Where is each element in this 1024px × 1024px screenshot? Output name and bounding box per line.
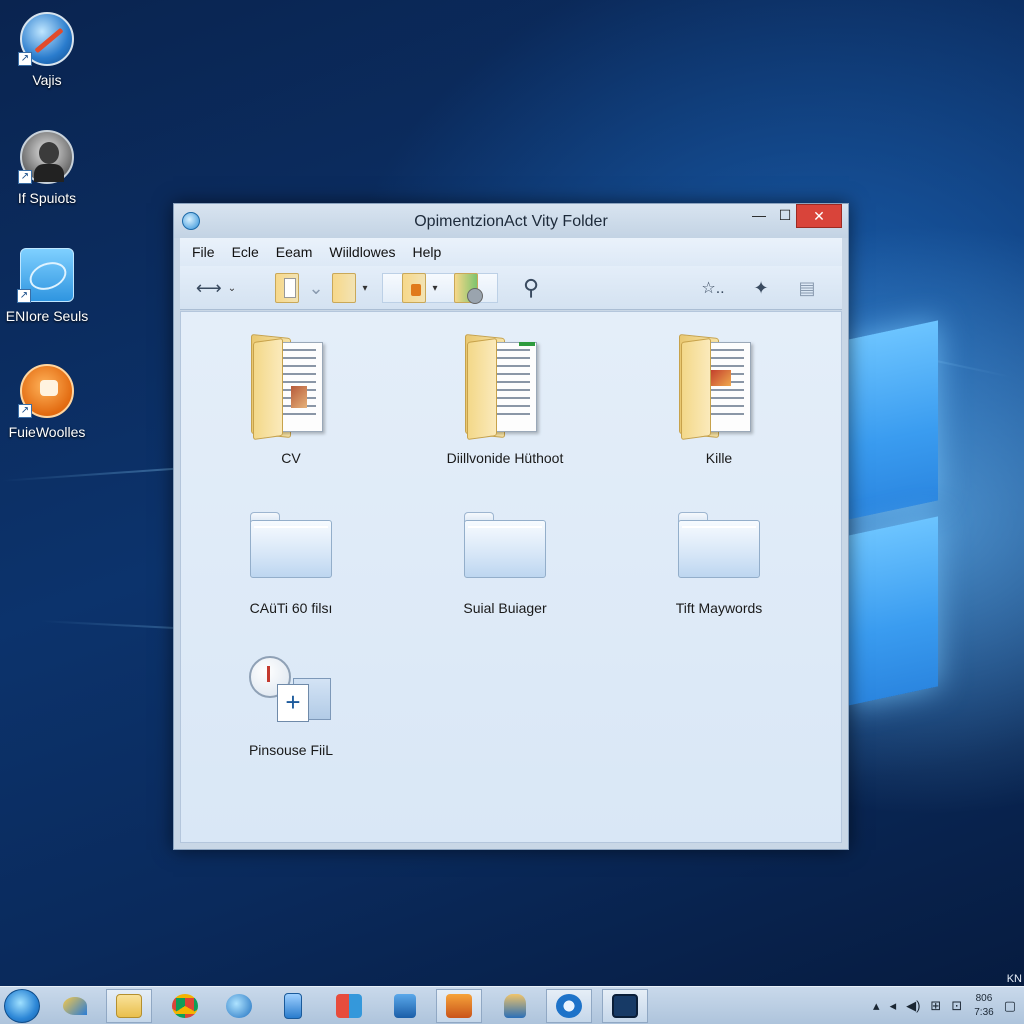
app-orange-icon[interactable] xyxy=(436,989,482,1023)
action-center-icon[interactable]: ⊡ xyxy=(951,998,962,1014)
clock-line-2: 7:36 xyxy=(974,1007,994,1018)
sparkle-icon[interactable]: ✦ xyxy=(744,273,778,303)
new-file-label: Pinsouse FiiL xyxy=(248,742,334,758)
chevron-down-icon: ⌄ xyxy=(227,282,237,294)
menu-windows[interactable]: Wiildlowes xyxy=(329,244,395,260)
folder-icon xyxy=(464,512,546,578)
folder-item[interactable]: CAüTi 60 filsı xyxy=(191,512,391,616)
close-button[interactable]: ✕ xyxy=(796,204,842,228)
folder-item-label: CAüTi 60 filsı xyxy=(249,600,333,616)
desktop-icon-label: Vajis xyxy=(32,72,62,88)
app-pyramid-icon[interactable] xyxy=(492,989,538,1023)
tray-caret-icon[interactable]: ▴ xyxy=(873,998,880,1014)
menu-eeam[interactable]: Eeam xyxy=(276,244,313,260)
file-item[interactable]: Diillvonide Hüthoot xyxy=(405,333,605,466)
shortcut-arrow-icon: ↗ xyxy=(18,404,32,418)
globe-icon[interactable] xyxy=(216,989,262,1023)
menu-edit[interactable]: Ecle xyxy=(232,244,259,260)
title-bar[interactable]: OpimentzionAct Vity Folder — ☐ ✕ xyxy=(174,204,848,238)
orange-app-icon: ↗ xyxy=(18,364,74,418)
folder-orange-icon[interactable]: ▾ xyxy=(382,273,498,304)
start-button[interactable] xyxy=(4,989,40,1023)
back-forward-icon[interactable]: ⟷ ⌄ xyxy=(186,273,246,303)
shortcut-arrow-icon: ↗ xyxy=(17,289,31,303)
desktop-icon-eniore-seuls[interactable]: ↗ ENIore Seuls xyxy=(4,248,90,324)
folder-item-label: Suial Buiager xyxy=(463,600,547,616)
menu-bar: File Ecle Eeam Wiildlowes Help xyxy=(180,238,842,266)
menu-file[interactable]: File xyxy=(192,244,215,260)
file-item-label: Kille xyxy=(705,450,733,466)
taskbar: ▴ ◂ ◀) ⊞ ⊡ 806 7:36 ▢ xyxy=(0,986,1024,1024)
battery-icon[interactable]: ⊞ xyxy=(930,998,941,1014)
grid-view-icon[interactable]: ▤ xyxy=(790,273,824,303)
notification-icon[interactable]: ▢ xyxy=(1004,998,1016,1014)
settings-gear-icon[interactable] xyxy=(546,989,592,1023)
open-folder-icon xyxy=(679,333,759,441)
desktop-icon-fuiewoolles[interactable]: ↗ FuieWoolles xyxy=(4,364,90,440)
toolbar: ⟷ ⌄ ⌄ ▾ ▾ ⚲ ☆.. ✦ ▤ xyxy=(180,266,842,310)
folder-item[interactable]: Tift Maywords xyxy=(619,512,819,616)
shortcut-arrow-icon: ↗ xyxy=(18,52,32,66)
folder-item[interactable]: Suial Buiager xyxy=(405,512,605,616)
search-icon[interactable]: ⚲ xyxy=(514,273,548,303)
system-tray: ▴ ◂ ◀) ⊞ ⊡ 806 7:36 ▢ xyxy=(863,989,1016,1023)
desktop-icon-vajis[interactable]: ↗ Vajis xyxy=(4,12,90,88)
file-item[interactable]: CV xyxy=(191,333,391,466)
desktop-icon-label: If Spuiots xyxy=(17,190,77,206)
network-icon[interactable]: ◂ xyxy=(890,998,897,1014)
document-app-icon[interactable] xyxy=(270,989,316,1023)
explorer-window[interactable]: OpimentzionAct Vity Folder — ☐ ✕ File Ec… xyxy=(173,203,849,850)
clock-line-1: 806 xyxy=(975,993,993,1004)
star-icon[interactable]: ☆.. xyxy=(696,273,730,303)
folder-icon xyxy=(678,512,760,578)
folder-doc-icon[interactable] xyxy=(270,273,304,303)
folder-item-label: Tift Maywords xyxy=(675,600,763,616)
person-photo-icon: ↗ xyxy=(18,130,74,184)
windows-logo xyxy=(848,320,1024,710)
desktop-icon-label: ENIore Seuls xyxy=(5,308,89,324)
app-blue-icon[interactable] xyxy=(382,989,428,1023)
folder-disc-icon xyxy=(453,273,483,304)
shortcut-arrow-icon: ↗ xyxy=(18,170,32,184)
folder-icon xyxy=(250,512,332,578)
file-explorer-icon[interactable] xyxy=(106,989,152,1023)
chrome-icon[interactable] xyxy=(162,989,208,1023)
volume-icon[interactable]: ◀) xyxy=(906,998,920,1014)
folder-icon[interactable]: ▾ xyxy=(330,273,370,303)
open-folder-icon xyxy=(465,333,545,441)
chevron-down-icon[interactable]: ⌄ xyxy=(306,273,326,303)
file-list-pane: CV Diillvonide Hüthoot Kille CAüTi 60 fi… xyxy=(180,311,842,843)
new-file-item[interactable]: + Pinsouse FiiL xyxy=(191,656,391,758)
compass-app-icon: ↗ xyxy=(18,12,74,66)
open-folder-icon xyxy=(251,333,331,441)
desktop-icon-label: FuieWoolles xyxy=(8,424,86,440)
store-icon[interactable] xyxy=(326,989,372,1023)
file-item-label: Diillvonide Hüthoot xyxy=(446,450,564,466)
corner-text: KN xyxy=(1006,973,1022,985)
monitor-app-icon[interactable] xyxy=(602,989,648,1023)
pen-app-icon[interactable] xyxy=(52,989,98,1023)
new-file-icon: + xyxy=(249,656,333,726)
desktop-icon-ifspuiots[interactable]: ↗ If Spuiots xyxy=(4,130,90,206)
menu-help[interactable]: Help xyxy=(413,244,442,260)
blue-folder-icon: ↗ xyxy=(17,248,74,303)
taskbar-clock[interactable]: 806 7:36 xyxy=(974,992,993,1020)
file-item[interactable]: Kille xyxy=(619,333,819,466)
file-item-label: CV xyxy=(281,450,301,466)
